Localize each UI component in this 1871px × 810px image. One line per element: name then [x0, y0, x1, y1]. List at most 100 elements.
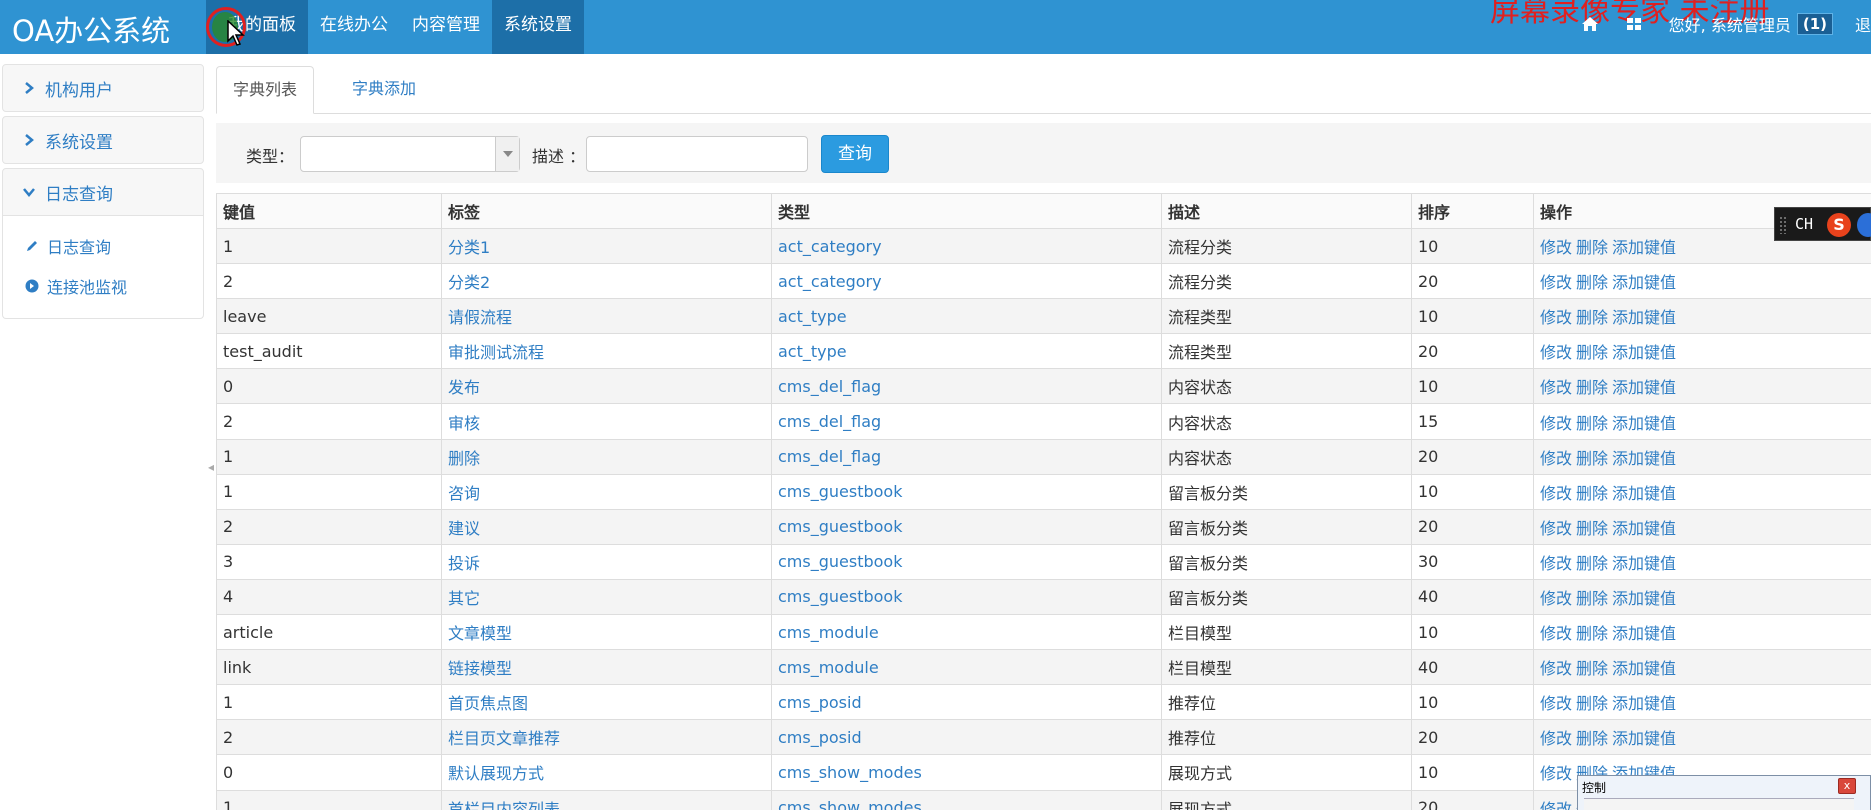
- home-icon[interactable]: [1581, 16, 1599, 32]
- edit-link[interactable]: 修改: [1540, 484, 1572, 503]
- brand-title[interactable]: OA办公系统: [12, 8, 170, 50]
- tab-dict-list[interactable]: 字典列表: [216, 66, 315, 114]
- add-key-link[interactable]: 添加键值: [1612, 554, 1676, 573]
- delete-link[interactable]: 删除: [1576, 414, 1608, 433]
- cell-label[interactable]: 审批测试流程: [441, 333, 772, 370]
- cell-label[interactable]: 请假流程: [441, 298, 772, 335]
- add-key-link[interactable]: 添加键值: [1612, 589, 1676, 608]
- add-key-link[interactable]: 添加键值: [1612, 343, 1676, 362]
- cell-label[interactable]: 发布: [441, 368, 772, 405]
- nav-tab-content-management[interactable]: 内容管理: [400, 0, 492, 54]
- sidebar-subitem-pool-monitor[interactable]: 连接池监视: [3, 266, 203, 306]
- cell-label[interactable]: 首栏目内容列表: [441, 789, 772, 810]
- header-label[interactable]: 标签: [441, 193, 772, 229]
- add-key-link[interactable]: 添加键值: [1612, 308, 1676, 327]
- cell-type[interactable]: act_category: [771, 227, 1162, 265]
- cell-label[interactable]: 分类1: [441, 227, 772, 265]
- cell-type[interactable]: cms_del_flag: [771, 368, 1162, 405]
- delete-link[interactable]: 删除: [1576, 484, 1608, 503]
- cell-type[interactable]: cms_posid: [771, 719, 1162, 756]
- add-key-link[interactable]: 添加键值: [1612, 238, 1676, 257]
- edit-link[interactable]: 修改: [1540, 729, 1572, 748]
- cell-label[interactable]: 审核: [441, 403, 772, 440]
- tab-dict-add[interactable]: 字典添加: [336, 66, 432, 114]
- cell-type[interactable]: act_type: [771, 298, 1162, 335]
- sidebar-item-log-query[interactable]: 日志查询: [2, 168, 204, 216]
- edit-link[interactable]: 修改: [1540, 449, 1572, 468]
- cell-type[interactable]: cms_module: [771, 614, 1162, 651]
- header-description[interactable]: 描述: [1161, 193, 1412, 229]
- type-select[interactable]: [300, 136, 520, 172]
- delete-link[interactable]: 删除: [1576, 273, 1608, 292]
- ime-mode-icon[interactable]: [1857, 213, 1871, 237]
- edit-link[interactable]: 修改: [1540, 624, 1572, 643]
- cell-type[interactable]: cms_guestbook: [771, 473, 1162, 510]
- edit-link[interactable]: 修改: [1540, 764, 1572, 783]
- delete-link[interactable]: 删除: [1576, 589, 1608, 608]
- cell-label[interactable]: 默认展现方式: [441, 754, 772, 791]
- logout-link[interactable]: 退: [1855, 12, 1871, 36]
- nav-tab-online-office[interactable]: 在线办公: [308, 0, 400, 54]
- sidebar-subitem-log-query[interactable]: 日志查询: [3, 226, 203, 266]
- add-key-link[interactable]: 添加键值: [1612, 484, 1676, 503]
- cell-label[interactable]: 建议: [441, 508, 772, 545]
- cell-label[interactable]: 咨询: [441, 473, 772, 510]
- add-key-link[interactable]: 添加键值: [1612, 694, 1676, 713]
- cell-type[interactable]: act_type: [771, 333, 1162, 370]
- cell-type[interactable]: cms_show_modes: [771, 789, 1162, 810]
- control-toolbar[interactable]: [1584, 798, 1854, 810]
- cell-type[interactable]: cms_guestbook: [771, 543, 1162, 580]
- add-key-link[interactable]: 添加键值: [1612, 729, 1676, 748]
- ime-toolbar[interactable]: CH S: [1774, 207, 1871, 241]
- delete-link[interactable]: 删除: [1576, 449, 1608, 468]
- add-key-link[interactable]: 添加键值: [1612, 659, 1676, 678]
- sidebar-collapse-handle[interactable]: ◂: [208, 460, 214, 474]
- header-type[interactable]: 类型: [771, 193, 1162, 229]
- cell-label[interactable]: 栏目页文章推荐: [441, 719, 772, 756]
- edit-link[interactable]: 修改: [1540, 554, 1572, 573]
- sidebar-item-org-users[interactable]: 机构用户: [2, 64, 204, 112]
- header-sort[interactable]: 排序: [1411, 193, 1534, 229]
- add-key-link[interactable]: 添加键值: [1612, 414, 1676, 433]
- cell-label[interactable]: 投诉: [441, 543, 772, 580]
- sidebar-item-system-settings[interactable]: 系统设置: [2, 116, 204, 164]
- add-key-link[interactable]: 添加键值: [1612, 273, 1676, 292]
- message-count-badge[interactable]: (1): [1796, 13, 1833, 35]
- add-key-link[interactable]: 添加键值: [1612, 624, 1676, 643]
- delete-link[interactable]: 删除: [1576, 519, 1608, 538]
- select-arrow[interactable]: [495, 137, 519, 171]
- edit-link[interactable]: 修改: [1540, 273, 1572, 292]
- cell-type[interactable]: cms_show_modes: [771, 754, 1162, 791]
- edit-link[interactable]: 修改: [1540, 694, 1572, 713]
- grid-icon[interactable]: [1625, 16, 1643, 32]
- edit-link[interactable]: 修改: [1540, 308, 1572, 327]
- edit-link[interactable]: 修改: [1540, 238, 1572, 257]
- query-button[interactable]: 查询: [821, 135, 889, 173]
- delete-link[interactable]: 删除: [1576, 238, 1608, 257]
- cell-label[interactable]: 链接模型: [441, 649, 772, 686]
- delete-link[interactable]: 删除: [1576, 624, 1608, 643]
- nav-tab-system-settings[interactable]: 系统设置: [492, 0, 584, 54]
- control-close-button[interactable]: x: [1838, 778, 1856, 794]
- cell-type[interactable]: cms_guestbook: [771, 578, 1162, 616]
- delete-link[interactable]: 删除: [1576, 343, 1608, 362]
- drag-handle[interactable]: [1779, 216, 1787, 234]
- delete-link[interactable]: 删除: [1576, 378, 1608, 397]
- cell-label[interactable]: 删除: [441, 438, 772, 475]
- delete-link[interactable]: 删除: [1576, 694, 1608, 713]
- edit-link[interactable]: 修改: [1540, 378, 1572, 397]
- cell-label[interactable]: 首页焦点图: [441, 684, 772, 721]
- ime-language-label[interactable]: CH: [1795, 215, 1813, 233]
- delete-link[interactable]: 删除: [1576, 659, 1608, 678]
- cell-label[interactable]: 文章模型: [441, 614, 772, 651]
- cell-type[interactable]: cms_del_flag: [771, 403, 1162, 440]
- cell-type[interactable]: cms_module: [771, 649, 1162, 686]
- user-greeting[interactable]: 您好, 系统管理员: [1669, 12, 1791, 36]
- cell-type[interactable]: act_category: [771, 263, 1162, 300]
- delete-link[interactable]: 删除: [1576, 308, 1608, 327]
- edit-link[interactable]: 修改: [1540, 519, 1572, 538]
- header-key[interactable]: 键值: [216, 193, 442, 229]
- delete-link[interactable]: 删除: [1576, 554, 1608, 573]
- cell-type[interactable]: cms_del_flag: [771, 438, 1162, 475]
- cell-label[interactable]: 其它: [441, 578, 772, 616]
